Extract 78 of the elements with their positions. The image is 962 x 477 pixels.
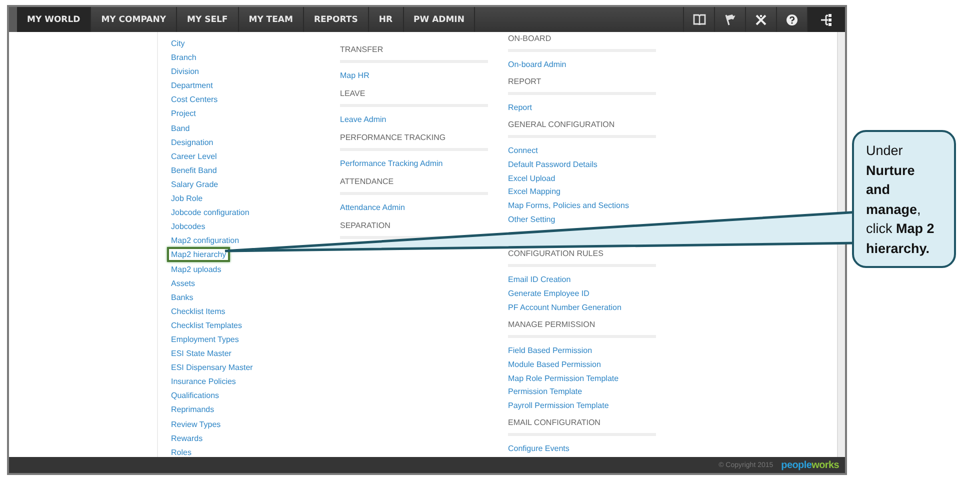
menu-link[interactable]: Banks <box>171 292 194 302</box>
section-heading: ATTENDANCE <box>340 176 395 188</box>
menu-link[interactable]: Map HR <box>340 71 370 80</box>
menu-link[interactable]: Rewards <box>171 434 203 443</box>
help-icon <box>786 14 798 26</box>
section-heading: CONFIGURATION RULES <box>508 248 604 260</box>
menu-link[interactable]: Benefit Band <box>171 166 217 175</box>
nav-tab[interactable]: MY TEAM <box>238 7 304 32</box>
menu-link[interactable]: Permission Template <box>508 387 582 396</box>
menu-link[interactable]: ESI Dispensary Master <box>171 363 253 372</box>
section-heading: SEPARATION <box>340 220 392 232</box>
section-heading: PERFORMANCE TRACKING <box>340 132 447 144</box>
menu-link[interactable]: Map2 configuration <box>171 236 240 246</box>
menu-link[interactable]: Employment Types <box>171 334 239 344</box>
nav-tab[interactable]: MY SELF <box>177 7 239 32</box>
menu-link[interactable]: Map Role Permission Template <box>508 374 619 383</box>
menu-link[interactable]: Attendance Admin <box>340 203 405 212</box>
menu-link[interactable]: Career Level <box>171 152 217 161</box>
menu-link[interactable]: Job Role <box>171 194 203 204</box>
section-heading: LEAVE <box>340 88 366 100</box>
section-heading: EMAIL CONFIGURATION <box>508 417 602 430</box>
menu-link[interactable]: Connect <box>508 146 538 155</box>
menu-link[interactable]: Review Types <box>171 420 221 429</box>
menu-link[interactable]: Branch <box>171 53 196 62</box>
section-heading: REPORT <box>508 76 542 88</box>
nav-tab[interactable]: PW ADMIN <box>404 7 476 32</box>
menu-link[interactable]: City <box>171 39 185 48</box>
menu-link[interactable]: Band <box>171 124 190 133</box>
menu-link[interactable]: Excel Mapping <box>508 187 560 196</box>
logo: peopleworks <box>781 460 839 470</box>
menu-link[interactable]: Insurance Policies <box>171 377 236 386</box>
menu-link[interactable]: Payroll Permission Template <box>508 401 609 410</box>
menu-link[interactable]: Configure Events <box>508 444 570 454</box>
menu-link[interactable]: Qualifications <box>171 391 220 400</box>
menu-link[interactable]: ESI State Master <box>171 349 232 358</box>
nav-tab[interactable]: MY WORLD <box>17 7 92 32</box>
menu-link[interactable]: Roles <box>171 448 192 457</box>
menu-link[interactable]: Department <box>171 81 213 90</box>
menu-link[interactable]: Division <box>171 67 200 76</box>
menu-link[interactable]: Map2 uploads <box>171 264 222 274</box>
menu-link[interactable]: Other Setting <box>508 215 556 224</box>
hierarchy-icon <box>820 14 833 26</box>
menu-link[interactable]: Generate Employee ID <box>508 289 590 298</box>
menu-link[interactable]: Performance Tracking Admin <box>340 159 443 168</box>
menu-link[interactable]: Map2 hierarchy <box>167 247 230 262</box>
menu-link[interactable]: Leave Admin <box>340 115 386 124</box>
scrollbar[interactable] <box>837 32 845 457</box>
nav-tab[interactable]: REPORTS <box>304 7 369 32</box>
tools-icon <box>755 14 767 26</box>
menu-link[interactable]: Field Based Permission <box>508 346 592 355</box>
flag-icon <box>724 14 736 26</box>
nav-tab[interactable]: MY COMPANY <box>91 7 177 32</box>
menu-link[interactable]: On-board Admin <box>508 60 566 69</box>
menu-link[interactable]: Salary Grade <box>171 180 218 189</box>
nav-tab[interactable]: HR <box>368 7 404 32</box>
menu-link[interactable]: Checklist Items <box>171 306 226 316</box>
section-heading: TRANSFER <box>340 44 384 56</box>
menu-link[interactable]: Reprimands <box>171 405 214 414</box>
menu-link[interactable]: Email ID Creation <box>508 275 571 284</box>
menu-link[interactable]: Default Password Details <box>508 160 598 169</box>
callout-text: Under Nurture and manage, click Map 2 hierarchy. <box>866 142 936 258</box>
menu-link[interactable]: Jobcode configuration <box>171 208 250 218</box>
menu-link[interactable]: Report <box>508 102 532 112</box>
menu-link[interactable]: Project <box>171 109 196 118</box>
menu-link[interactable]: Designation <box>171 138 214 147</box>
menu-link[interactable]: Jobcodes <box>171 222 206 232</box>
menu-link[interactable]: Excel Upload <box>508 174 556 183</box>
menu-link[interactable]: PF Account Number Generation <box>508 302 622 312</box>
section-heading: GENERAL CONFIGURATION <box>508 118 616 131</box>
menu-link[interactable]: Map Forms, Policies and Sections <box>508 201 629 210</box>
menu-link[interactable]: Cost Centers <box>171 95 218 104</box>
menu-link[interactable]: Assets <box>171 278 196 288</box>
menu-link[interactable]: Checklist Templates <box>171 320 242 330</box>
section-heading: MANAGE PERMISSION <box>508 318 596 331</box>
book-icon <box>692 14 706 25</box>
hierarchy-button[interactable] <box>807 7 845 32</box>
menu-link[interactable]: Module Based Permission <box>508 360 601 369</box>
section-heading: ON-BOARD <box>508 33 552 45</box>
